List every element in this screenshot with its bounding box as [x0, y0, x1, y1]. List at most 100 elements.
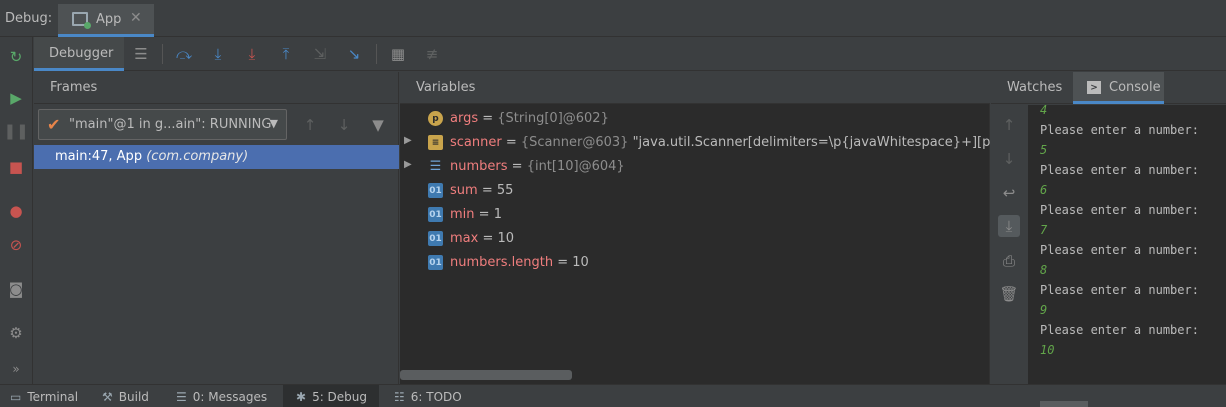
next-frame-icon[interactable]: ↓ — [333, 114, 355, 136]
step-into-icon[interactable]: ⤓ — [207, 43, 229, 65]
console-prompt-line: Please enter a number: — [1040, 203, 1199, 217]
step-out-icon[interactable]: ⤒ — [275, 43, 297, 65]
hammer-icon: ⚒ — [102, 390, 113, 404]
scroll-to-end-icon[interactable]: ⤓ — [998, 215, 1020, 237]
messages-icon: ☰ — [176, 390, 187, 404]
close-icon[interactable]: ✕ — [130, 10, 142, 26]
bug-icon: ✱ — [296, 390, 307, 404]
bottom-scrollbar[interactable] — [1040, 401, 1088, 407]
variable-name: min — [450, 207, 475, 222]
bottom-tab-messages[interactable]: ☰ 0: Messages — [176, 390, 267, 404]
variable-equals: = — [507, 159, 527, 174]
more-icon[interactable]: » — [6, 359, 26, 379]
variable-value: 10 — [572, 255, 589, 270]
expand-arrow-icon[interactable]: ▶ — [404, 159, 412, 170]
variable-name: scanner — [450, 135, 502, 150]
watches-console-header: Watches > Console — [991, 72, 1226, 104]
bottom-tab-todo[interactable]: ☷ 6: TODO — [394, 390, 462, 404]
expand-arrow-icon[interactable]: ▶ — [404, 135, 412, 146]
variable-row[interactable]: ▶ ≡ scanner = {Scanner@603} "java.util.Sca… — [400, 131, 990, 155]
scroll-up-icon[interactable]: ↑ — [998, 114, 1020, 136]
todo-icon: ☷ — [394, 390, 405, 404]
horizontal-scrollbar[interactable] — [400, 370, 572, 380]
bottom-tab-build[interactable]: ⚒ Build — [102, 390, 149, 404]
primitive-field-icon: 01 — [428, 255, 443, 270]
variable-row[interactable]: 01 sum = 55 — [400, 179, 990, 203]
console-prompt-line: Please enter a number: — [1040, 243, 1199, 257]
variable-name: max — [450, 231, 479, 246]
variable-type: {String[0]@602} — [497, 111, 609, 126]
clear-all-icon[interactable]: 🗑 — [998, 283, 1020, 305]
console-toolbar: ↑ ↓ ↩ ⤓ ⎙ 🗑 — [991, 105, 1028, 384]
variable-row[interactable]: ▶ ☰ numbers = {int[10]@604} — [400, 155, 990, 179]
frames-header: Frames — [34, 72, 399, 104]
variable-name: args — [450, 111, 479, 126]
tab-debugger-label: Debugger — [49, 46, 114, 61]
run-to-cursor-icon[interactable]: ↘ — [343, 43, 365, 65]
tab-debugger[interactable]: Debugger — [34, 37, 124, 71]
variable-value: "java.util.Scanner[delimiters=\p{javaWhi… — [628, 135, 990, 150]
debug-titlebar: Debug: App ✕ — [0, 0, 1226, 37]
tab-watches[interactable]: Watches — [991, 72, 1073, 104]
frames-title: Frames — [50, 80, 98, 95]
thread-dropdown[interactable]: ✔ "main"@1 in g...ain": RUNNING ▼ — [38, 109, 287, 140]
tab-console[interactable]: > Console — [1073, 72, 1164, 104]
variable-text: sum = 55 — [450, 183, 513, 198]
frames-panel: Frames ✔ "main"@1 in g...ain": RUNNING ▼… — [34, 72, 399, 384]
drop-frame-icon[interactable]: ⇲ — [309, 43, 331, 65]
bottom-tab-terminal[interactable]: ▭ Terminal — [10, 390, 78, 404]
step-over-icon[interactable]: ⤼ — [173, 43, 195, 65]
console-user-input: 10 — [1040, 343, 1055, 357]
variable-equals: = — [478, 111, 498, 126]
variable-type: {int[10]@604} — [526, 159, 625, 174]
view-breakpoints-icon[interactable]: ● — [6, 201, 26, 221]
variable-row[interactable]: 01 min = 1 — [400, 203, 990, 227]
rerun-icon[interactable]: ↻ — [6, 47, 26, 67]
object-field-icon: ≡ — [428, 135, 443, 150]
mute-breakpoints-icon[interactable]: ⊘ — [6, 235, 26, 255]
console-user-input: 7 — [1040, 223, 1048, 237]
bottom-tool-bar: ▭ Terminal ⚒ Build ☰ 0: Messages ✱ 5: Debug … — [0, 384, 1226, 407]
evaluate-expression-icon[interactable]: ▦ — [387, 43, 409, 65]
console-user-input: 5 — [1040, 143, 1048, 157]
camera-icon[interactable]: ◙ — [6, 279, 26, 299]
variable-value: 10 — [497, 231, 515, 246]
force-step-into-icon[interactable]: ⤓ — [241, 43, 263, 65]
variable-row[interactable]: 01 numbers.length = 10 — [400, 251, 990, 275]
variable-text: args = {String[0]@602} — [450, 111, 609, 126]
resume-program-icon[interactable]: ▶ — [6, 88, 26, 108]
variable-equals: = — [501, 135, 521, 150]
console-icon: > — [1087, 81, 1101, 94]
console-user-input: 4 — [1040, 105, 1048, 117]
variable-equals: = — [477, 183, 497, 198]
variable-row[interactable]: p args = {String[0]@602} — [400, 107, 990, 131]
filter-icon[interactable]: ▼ — [367, 114, 389, 136]
console-user-input: 9 — [1040, 303, 1048, 317]
terminal-icon: ▭ — [10, 390, 22, 404]
pause-program-icon[interactable]: ❚❚ — [3, 121, 28, 141]
variable-name: numbers.length — [450, 255, 554, 270]
settings-icon[interactable]: ⚙ — [6, 323, 26, 343]
console-prompt-line: Please enter a number: — [1040, 163, 1199, 177]
print-icon[interactable]: ⎙ — [998, 250, 1020, 272]
primitive-field-icon: 01 — [428, 207, 443, 222]
console-prompt-line: Please enter a number: — [1040, 123, 1199, 137]
frame-row-selected[interactable]: main:47, App (com.company) — [34, 145, 399, 169]
soft-wrap-icon[interactable]: ↩ — [998, 182, 1020, 204]
variable-text: min = 1 — [450, 207, 502, 222]
console-user-input: 8 — [1040, 263, 1048, 277]
console-user-input: 6 — [1040, 183, 1048, 197]
tab-app[interactable]: App ✕ — [58, 4, 154, 37]
stop-icon[interactable]: ■ — [6, 157, 26, 177]
bottom-tab-debug[interactable]: ✱ 5: Debug — [296, 390, 367, 404]
variables-panel: Variables p args = {String[0]@602} ▶ ≡ scann… — [400, 72, 990, 384]
layout-menu-icon[interactable]: ☰ — [130, 43, 152, 65]
toolbar-separator — [162, 44, 163, 64]
variable-row[interactable]: 01 max = 10 — [400, 227, 990, 251]
trace-stream-icon[interactable]: ≢ — [421, 43, 443, 65]
console-output[interactable]: 4 Please enter a number: 5 Please enter a n… — [1028, 105, 1226, 384]
scroll-down-icon[interactable]: ↓ — [998, 148, 1020, 170]
previous-frame-icon[interactable]: ↑ — [299, 114, 321, 136]
variable-type: {Scanner@603} — [520, 135, 629, 150]
primitive-field-icon: 01 — [428, 231, 443, 246]
